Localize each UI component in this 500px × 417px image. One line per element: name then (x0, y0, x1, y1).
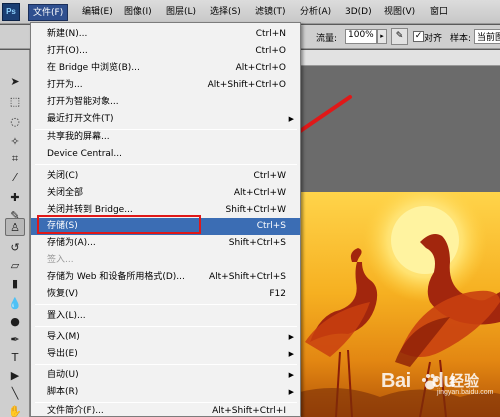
hand-tool-icon[interactable]: ✋ (5, 402, 25, 417)
crop-tool-icon[interactable]: ⌗ (5, 150, 25, 168)
clone-stamp-tool-icon[interactable]: ♙ (5, 218, 25, 236)
submenu-arrow-icon: ▶ (288, 115, 294, 123)
menu-browse-in-bridge[interactable]: 在 Bridge 中浏览(B)... Alt+Ctrl+O (31, 60, 300, 77)
menu-separator (35, 326, 297, 327)
menu-scripts[interactable]: 脚本(R) ▶ (31, 384, 300, 401)
menu-open-as[interactable]: 打开为... Alt+Shift+Ctrl+O (31, 77, 300, 94)
sample-label: 样本: (450, 34, 472, 44)
eyedropper-tool-icon[interactable]: ⁄ (5, 168, 25, 186)
menu-share-screen[interactable]: 共享我的屏幕... (31, 129, 300, 146)
gradient-tool-icon[interactable]: ▮ (5, 274, 25, 292)
menu-separator (35, 164, 297, 165)
magic-wand-tool-icon[interactable]: ✧ (5, 132, 25, 150)
flow-label: 流量: (316, 34, 338, 44)
menu-save-for-web[interactable]: 存储为 Web 和设备所用格式(D)... Alt+Shift+Ctrl+S (31, 269, 300, 286)
menu-save-as[interactable]: 存储为(A)... Shift+Ctrl+S (31, 235, 300, 252)
menu-close-all[interactable]: 关闭全部 Alt+Ctrl+W (31, 185, 300, 202)
submenu-arrow-icon: ▶ (288, 388, 294, 396)
submenu-arrow-icon: ▶ (288, 350, 294, 358)
line-tool-icon[interactable]: ╲ (5, 384, 25, 402)
align-label: 对齐 (424, 34, 443, 44)
blur-tool-icon[interactable]: 💧 (5, 294, 25, 312)
menu-export[interactable]: 导出(E) ▶ (31, 346, 300, 363)
menu-window[interactable]: 窗口 (426, 4, 452, 21)
menu-file-info[interactable]: 文件简介(F)... Alt+Shift+Ctrl+I (31, 403, 300, 417)
menu-import[interactable]: 导入(M) ▶ (31, 329, 300, 346)
watermark-url: jingyan.baidu.com (437, 389, 494, 396)
move-tool-icon[interactable]: ➤ (5, 72, 25, 90)
menu-device-central[interactable]: Device Central... (31, 146, 300, 163)
align-checkbox[interactable]: ✓ (413, 31, 424, 42)
path-selection-tool-icon[interactable]: ▶ (5, 366, 25, 384)
flow-dropdown-icon[interactable]: ▸ (377, 29, 387, 44)
photoshop-logo: Ps (2, 3, 20, 21)
submenu-arrow-icon: ▶ (288, 371, 294, 379)
menu-automate[interactable]: 自动(U) ▶ (31, 367, 300, 384)
menu-recent-files[interactable]: 最近打开文件(T) ▶ (31, 111, 300, 128)
dodge-tool-icon[interactable]: ● (5, 312, 25, 330)
menu-select[interactable]: 选择(S) (206, 4, 245, 21)
airbrush-toggle-icon[interactable]: ✎ (391, 28, 408, 45)
baidu-jingyan-watermark: Bai du 经验 jingyan.baidu.com (381, 366, 500, 400)
menu-separator (35, 304, 297, 305)
menu-open-as-smart-object[interactable]: 打开为智能对象... (31, 94, 300, 111)
lasso-tool-icon[interactable]: ◌ (5, 112, 25, 130)
menu-filter[interactable]: 滤镜(T) (251, 4, 290, 21)
document-tab-bar (300, 50, 500, 66)
menu-place[interactable]: 置入(L)... (31, 308, 300, 325)
menu-edit[interactable]: 编辑(E) (78, 4, 117, 21)
menu-revert[interactable]: 恢复(V) F12 (31, 286, 300, 303)
sample-select[interactable]: 当前图层 (474, 29, 500, 44)
menu-bar: Ps 文件(F) 编辑(E) 图像(I) 图层(L) 选择(S) 滤镜(T) 分… (0, 0, 500, 24)
menu-file[interactable]: 文件(F) (28, 4, 69, 21)
healing-brush-tool-icon[interactable]: ✚ (5, 188, 25, 206)
menu-separator (35, 364, 297, 365)
pen-tool-icon[interactable]: ✒ (5, 330, 25, 348)
menu-close[interactable]: 关闭(C) Ctrl+W (31, 168, 300, 185)
submenu-arrow-icon: ▶ (288, 333, 294, 341)
history-brush-tool-icon[interactable]: ↺ (5, 238, 25, 256)
menu-layer[interactable]: 图层(L) (162, 4, 200, 21)
menu-check-in: 签入... (47, 255, 74, 265)
flow-input[interactable]: 100% (345, 29, 377, 44)
marquee-tool-icon[interactable]: ⬚ (5, 92, 25, 110)
menu-3d[interactable]: 3D(D) (341, 4, 376, 21)
menu-view[interactable]: 视图(V) (380, 4, 419, 21)
menu-open[interactable]: 打开(O)... Ctrl+O (31, 43, 300, 60)
eraser-tool-icon[interactable]: ▱ (5, 256, 25, 274)
watermark-product: 经验 (449, 372, 480, 390)
tools-panel: ➤ ⬚ ◌ ✧ ⌗ ⁄ ✚ ✎ ♙ ↺ ▱ ▮ 💧 ● ✒ T ▶ ╲ ✋ (0, 50, 30, 417)
type-tool-icon[interactable]: T (5, 348, 25, 366)
save-highlight-box (37, 215, 201, 234)
menu-analysis[interactable]: 分析(A) (296, 4, 335, 21)
menu-image[interactable]: 图像(I) (120, 4, 156, 21)
menu-new[interactable]: 新建(N)... Ctrl+N (31, 26, 300, 43)
